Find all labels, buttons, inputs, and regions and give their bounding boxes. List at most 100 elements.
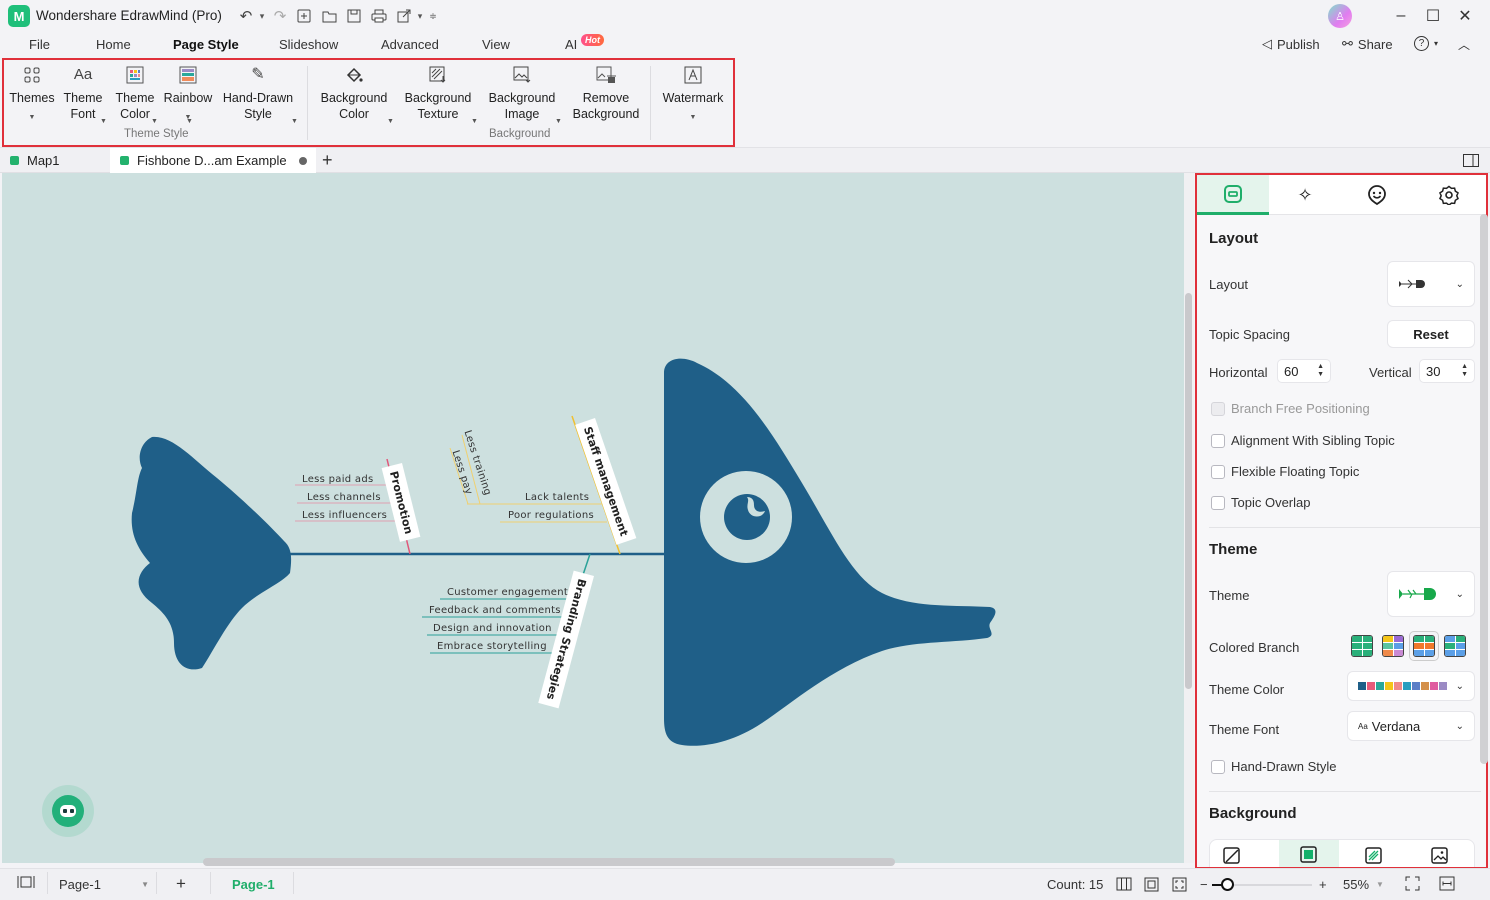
new-icon[interactable] — [294, 6, 314, 26]
background-none-option[interactable] — [1223, 847, 1241, 867]
robot-icon — [52, 795, 84, 827]
panel-tab-layout[interactable] — [1197, 175, 1269, 215]
undo-dropdown-icon[interactable]: ▾ — [252, 6, 272, 26]
fit-width-icon[interactable] — [1439, 876, 1455, 894]
spinner-arrows-icon[interactable]: ▲ ▼ — [1317, 363, 1324, 379]
divider — [1209, 527, 1481, 528]
leaf-less-paid-ads[interactable]: Less paid ads — [302, 474, 374, 485]
doc-tab-fishbone[interactable]: Fishbone D...am Example — [110, 148, 316, 173]
theme-color-select[interactable]: ⌄ — [1347, 671, 1475, 701]
collapse-ribbon-button[interactable]: ︿ — [1458, 36, 1470, 53]
hand-drawn-style-checkbox[interactable]: Hand-Drawn Style — [1211, 759, 1337, 774]
menu-ai[interactable]: AI — [565, 37, 577, 52]
print-icon[interactable] — [369, 6, 389, 26]
fish-head — [664, 358, 996, 746]
colored-branch-option-3-selected[interactable] — [1409, 631, 1439, 661]
user-avatar[interactable]: ♙ — [1328, 4, 1352, 28]
leaf-embrace-storytelling[interactable]: Embrace storytelling — [437, 641, 547, 652]
publish-button[interactable]: ◁ Publish — [1262, 36, 1320, 52]
leaf-design-and-innovation[interactable]: Design and innovation — [433, 623, 552, 634]
spinner-arrows-icon[interactable]: ▲ ▼ — [1461, 363, 1468, 379]
fullscreen-icon[interactable] — [1405, 876, 1420, 894]
horizontal-spinner[interactable]: 60 ▲ ▼ — [1277, 359, 1331, 383]
alignment-with-sibling-topic-checkbox[interactable]: Alignment With Sibling Topic — [1211, 433, 1395, 448]
background-image-option[interactable] — [1431, 847, 1449, 867]
save-icon[interactable] — [344, 6, 364, 26]
panel-tab-icons[interactable] — [1341, 175, 1413, 215]
leaf-less-influencers[interactable]: Less influencers — [302, 510, 387, 521]
zoom-dropdown-icon[interactable]: ▼ — [1376, 880, 1384, 889]
colored-branch-option-2[interactable] — [1382, 635, 1404, 657]
checkbox — [1211, 401, 1225, 416]
toggle-panel-icon[interactable] — [1463, 154, 1479, 170]
diagram-canvas[interactable]: Less paid ads Less channels Less influen… — [2, 173, 1184, 863]
zoom-slider-handle[interactable] — [1221, 878, 1234, 891]
menu-page-style[interactable]: Page Style — [173, 37, 239, 52]
minimize-button[interactable]: – — [1390, 5, 1412, 27]
page-select[interactable]: Page-1 ▼ — [59, 877, 149, 892]
zoom-slider[interactable] — [1212, 878, 1312, 891]
share-button[interactable]: ⚯ Share — [1342, 36, 1393, 52]
add-page-button[interactable]: + — [176, 874, 186, 894]
menu-slideshow[interactable]: Slideshow — [279, 37, 338, 52]
checkbox[interactable] — [1211, 464, 1225, 479]
reset-button[interactable]: Reset — [1387, 320, 1475, 348]
vertical-spinner[interactable]: 30 ▲ ▼ — [1419, 359, 1475, 383]
panel-tab-settings[interactable] — [1413, 175, 1485, 215]
leaf-lack-talents[interactable]: Lack talents — [525, 492, 589, 503]
horizontal-scrollbar[interactable] — [203, 858, 895, 866]
open-folder-icon[interactable] — [319, 6, 339, 26]
close-button[interactable]: ✕ — [1454, 5, 1476, 27]
panel-tab-style[interactable]: ✧ — [1269, 175, 1341, 215]
checkbox[interactable] — [1211, 495, 1225, 510]
send-icon: ◁ — [1262, 36, 1272, 51]
layout-select[interactable]: ⌄ — [1387, 261, 1475, 307]
colored-branch-option-4[interactable] — [1444, 635, 1466, 657]
vertical-label: Vertical — [1369, 365, 1412, 380]
background-texture-option[interactable] — [1365, 847, 1383, 867]
add-tab-button[interactable]: + — [322, 150, 333, 171]
panel-scrollbar[interactable] — [1480, 214, 1488, 764]
fit-page-icon[interactable] — [1144, 877, 1159, 895]
book-view-icon[interactable] — [1116, 877, 1132, 894]
menu-advanced[interactable]: Advanced — [381, 37, 439, 52]
menu-home[interactable]: Home — [96, 37, 131, 52]
theme-color-swatch — [1376, 682, 1384, 690]
leaf-feedback-and-comments[interactable]: Feedback and comments — [429, 605, 561, 616]
page-tab-active[interactable]: Page-1 — [232, 877, 275, 892]
leaf-customer-engagement[interactable]: Customer engagement — [447, 587, 568, 598]
texture-icon — [1365, 847, 1382, 864]
checkbox[interactable] — [1211, 433, 1225, 448]
theme-select[interactable]: ⌄ — [1387, 571, 1475, 617]
background-color-option[interactable] — [1279, 840, 1339, 867]
branch-free-positioning-checkbox: Branch Free Positioning — [1211, 401, 1370, 416]
maximize-button[interactable]: ☐ — [1422, 5, 1444, 27]
zoom-out-button[interactable]: − — [1200, 877, 1208, 892]
menu-view[interactable]: View — [482, 37, 510, 52]
ai-assistant-button[interactable] — [42, 785, 94, 837]
checkbox[interactable] — [1211, 759, 1225, 774]
redo-icon[interactable]: ↷ — [270, 6, 290, 26]
customize-quick-access-icon[interactable]: ≑ — [423, 6, 443, 26]
zoom-level[interactable]: 55% — [1343, 877, 1369, 892]
help-button[interactable]: ? ▾ — [1414, 36, 1438, 51]
theme-color-swatch — [1421, 682, 1429, 690]
doc-tab-map1[interactable]: Map1 — [0, 148, 108, 173]
fishbone-theme-icon — [1399, 588, 1436, 600]
leaf-less-channels[interactable]: Less channels — [307, 492, 381, 503]
colored-branch-option-1[interactable] — [1351, 635, 1373, 657]
checkbox-label: Alignment With Sibling Topic — [1231, 433, 1395, 448]
topic-overlap-checkbox[interactable]: Topic Overlap — [1211, 495, 1310, 510]
theme-font-select[interactable]: Aa Verdana ⌄ — [1347, 711, 1475, 741]
unsaved-dot-icon[interactable] — [298, 156, 307, 165]
fit-window-icon[interactable] — [1172, 877, 1187, 895]
zoom-in-button[interactable]: + — [1319, 877, 1327, 892]
leaf-poor-regulations[interactable]: Poor regulations — [508, 510, 594, 521]
flexible-floating-topic-checkbox[interactable]: Flexible Floating Topic — [1211, 464, 1359, 479]
menu-file[interactable]: File — [29, 37, 50, 52]
vertical-scrollbar[interactable] — [1185, 293, 1192, 689]
properties-panel: ✧ Layout Layout ⌄ Topic Spacing Reset Ho… — [1195, 173, 1488, 869]
page-list-toggle-icon[interactable] — [17, 876, 35, 891]
checkbox-label: Flexible Floating Topic — [1231, 464, 1360, 479]
theme-color-swatch — [1394, 682, 1402, 690]
